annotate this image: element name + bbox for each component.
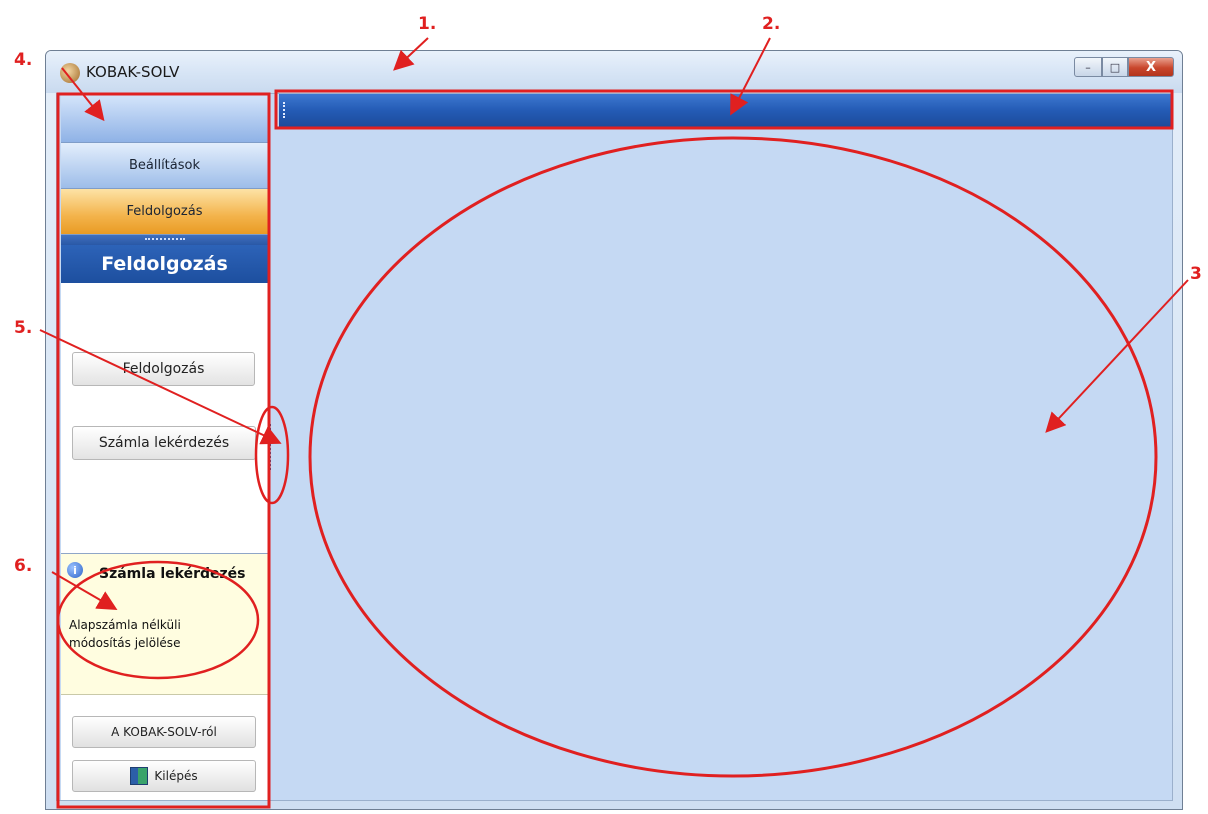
about-button[interactable]: A KOBAK-SOLV-ról — [72, 716, 256, 748]
info-description: Alapszámla nélküli módosítás jelölése — [69, 618, 181, 650]
app-window: KOBAK-SOLV – □ X Beállítások Feldolgozás… — [45, 50, 1183, 810]
client-area: Beállítások Feldolgozás Feldolgozás Feld… — [56, 93, 1173, 801]
nav-splitter[interactable] — [61, 235, 268, 245]
window-controls: – □ X — [1074, 57, 1174, 79]
splitter-grip-icon — [144, 237, 185, 243]
maximize-button[interactable]: □ — [1102, 57, 1128, 77]
minimize-button[interactable]: – — [1074, 57, 1102, 77]
annotation-label-2: 2. — [762, 14, 781, 34]
close-button[interactable]: X — [1128, 57, 1174, 77]
title-bar[interactable]: KOBAK-SOLV – □ X — [46, 51, 1182, 93]
annotation-label-3: 3 — [1190, 264, 1202, 284]
section-title: Feldolgozás — [61, 245, 268, 283]
top-toolbar-strip — [279, 94, 1172, 128]
vertical-splitter[interactable] — [269, 424, 275, 470]
nav-item-settings[interactable]: Beállítások — [61, 143, 268, 189]
processing-button[interactable]: Feldolgozás — [72, 352, 255, 386]
info-icon: i — [67, 562, 83, 578]
exit-button-label: Kilépés — [154, 769, 198, 783]
nav-item-processing[interactable]: Feldolgozás — [61, 189, 268, 235]
info-panel: i Számla lekérdezés Alapszámla nélküli m… — [61, 553, 268, 695]
annotation-label-5: 5. — [14, 318, 33, 338]
sidebar: Beállítások Feldolgozás Feldolgozás Feld… — [61, 94, 269, 800]
info-title: Számla lekérdezés — [99, 566, 246, 582]
window-title: KOBAK-SOLV — [86, 63, 180, 81]
toolbar-grip-icon[interactable] — [283, 102, 288, 118]
about-button-label: A KOBAK-SOLV-ról — [111, 725, 217, 739]
nav-item-blank[interactable] — [61, 94, 268, 143]
invoice-query-button[interactable]: Számla lekérdezés — [72, 426, 256, 460]
app-logo-icon — [60, 63, 80, 83]
exit-button[interactable]: Kilépés — [72, 760, 256, 792]
annotation-label-6: 6. — [14, 556, 33, 576]
exit-door-icon — [130, 767, 149, 785]
annotation-label-4: 4. — [14, 50, 33, 70]
annotation-label-1: 1. — [418, 14, 437, 34]
